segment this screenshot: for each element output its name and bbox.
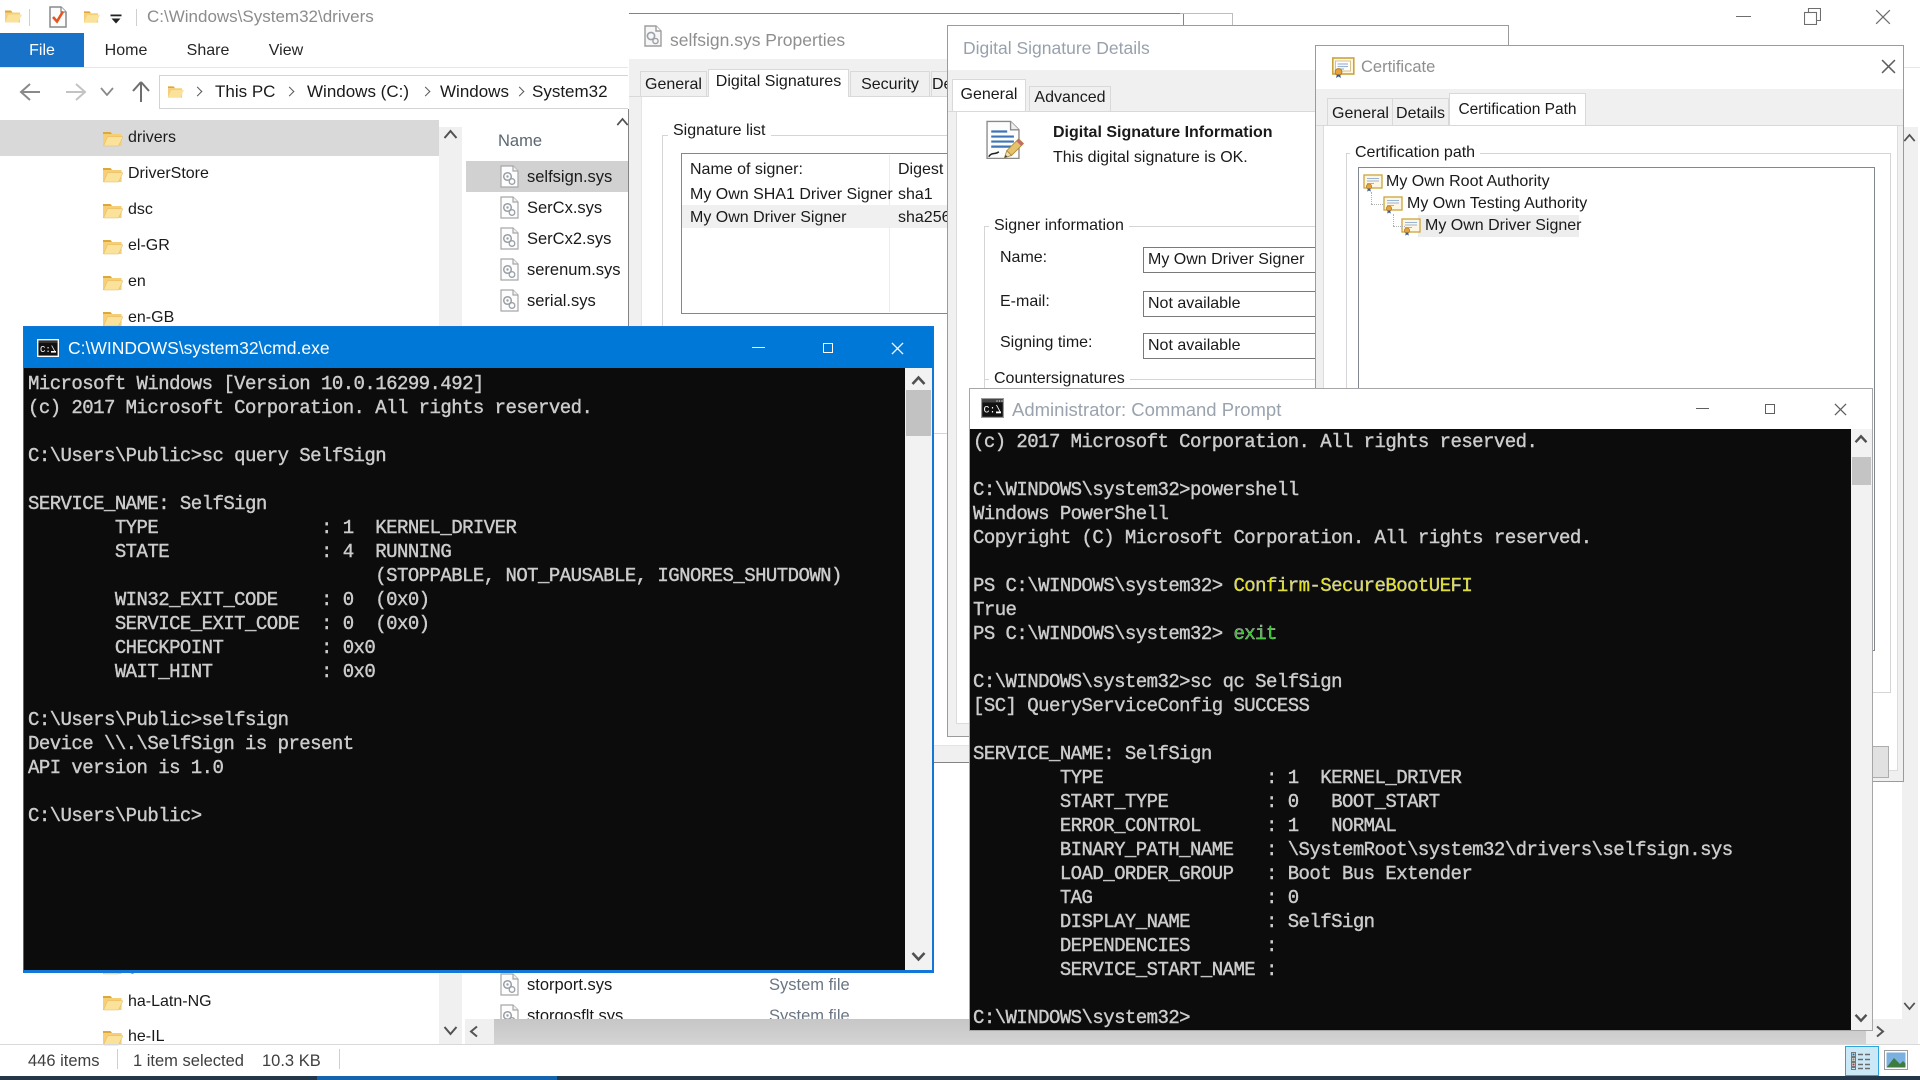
svg-text:C:\: C:\ [40,345,56,355]
svg-text:C:\: C:\ [984,405,1002,417]
